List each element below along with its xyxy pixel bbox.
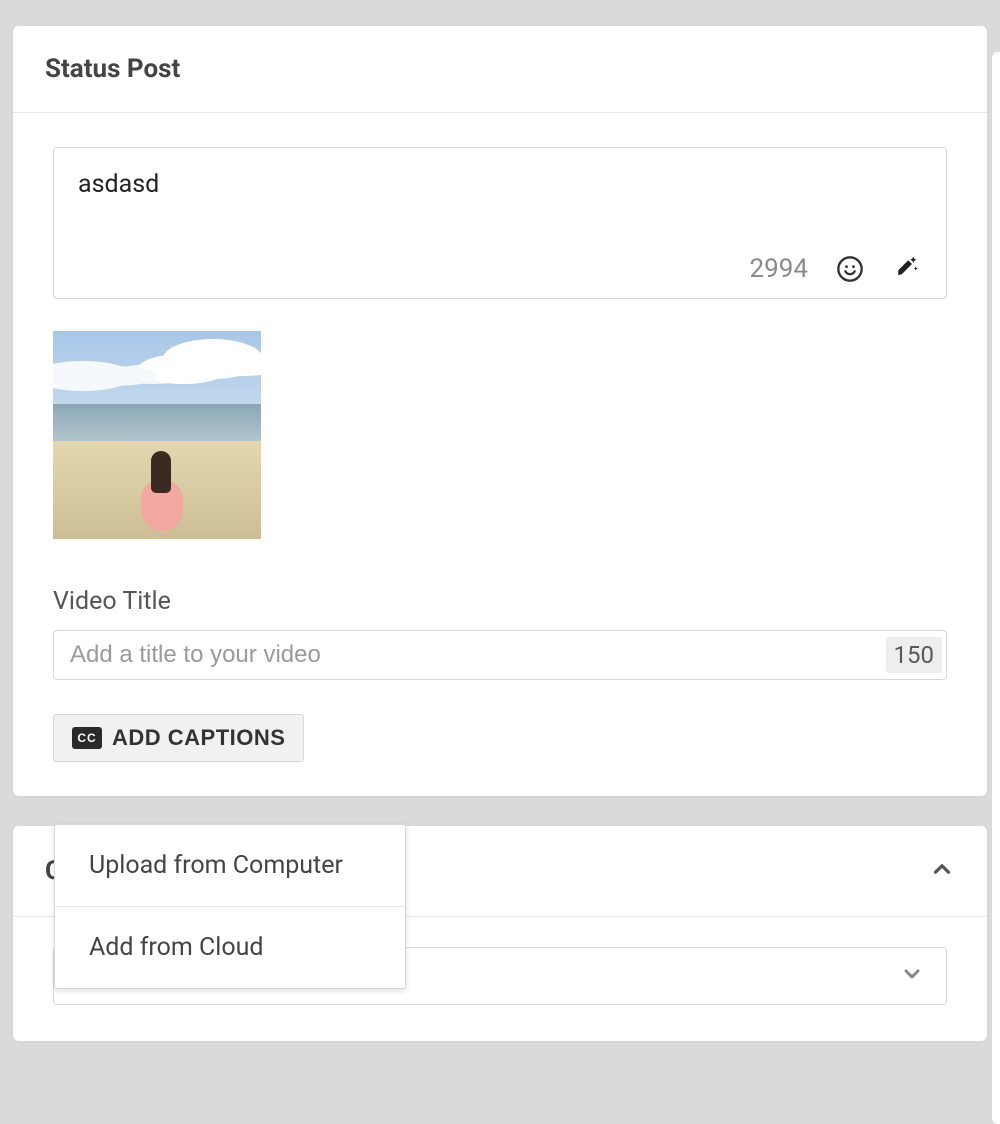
card-title: Status Post — [13, 26, 987, 113]
textarea-footer: 2994 — [78, 254, 922, 284]
status-textarea[interactable] — [78, 170, 922, 240]
cc-icon: CC — [72, 727, 102, 749]
sparkle-icon[interactable] — [892, 254, 922, 284]
char-count: 2994 — [750, 254, 808, 284]
add-captions-label: ADD CAPTIONS — [112, 725, 285, 751]
right-panel-edge — [992, 52, 1000, 1124]
status-post-card: Status Post 2994 — [13, 26, 987, 796]
video-title-label: Video Title — [53, 587, 947, 616]
dropdown-upload-computer[interactable]: Upload from Computer — [55, 825, 405, 906]
dropdown-add-cloud[interactable]: Add from Cloud — [55, 906, 405, 988]
video-title-input-wrap: 150 — [53, 630, 947, 680]
video-title-char-count: 150 — [886, 637, 942, 673]
card-body: 2994 — [13, 113, 987, 796]
emoji-icon[interactable] — [836, 255, 864, 283]
status-textarea-wrap: 2994 — [53, 147, 947, 299]
add-captions-button[interactable]: CC ADD CAPTIONS — [53, 714, 304, 762]
chevron-down-icon — [900, 962, 924, 990]
chevron-up-icon — [929, 856, 955, 886]
video-title-input[interactable] — [54, 631, 886, 679]
captions-dropdown: Upload from Computer Add from Cloud — [54, 824, 406, 989]
video-thumbnail[interactable] — [53, 331, 261, 539]
